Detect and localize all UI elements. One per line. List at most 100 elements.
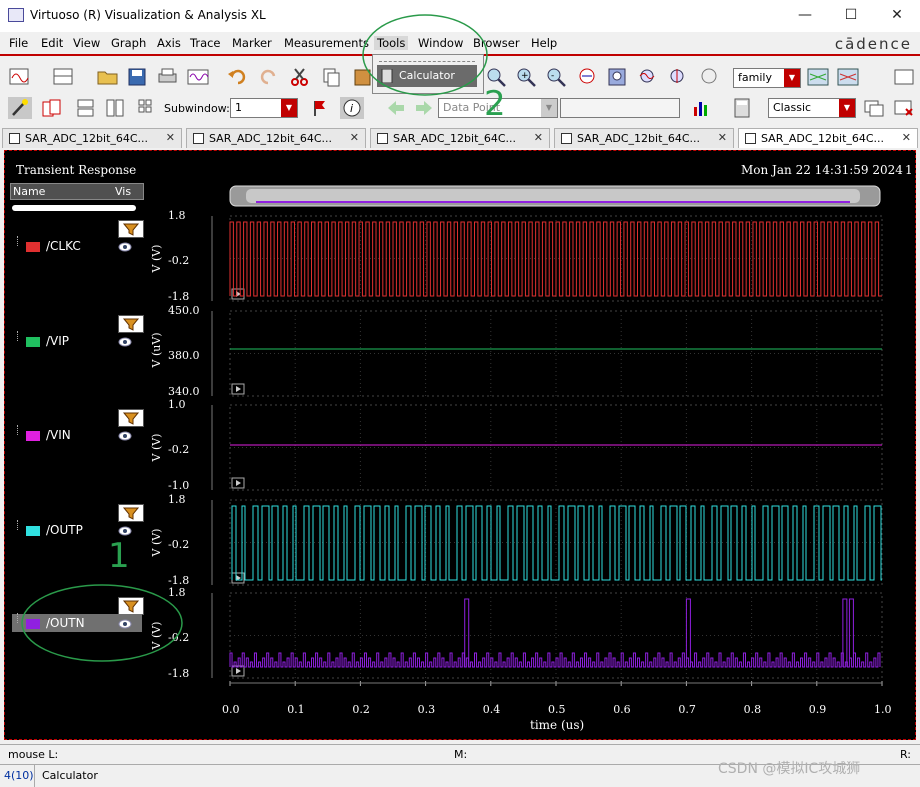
tab-2[interactable]: SAR_ADC_12bit_64C... ✕ <box>370 128 550 148</box>
maximize-icon[interactable]: ☐ <box>838 5 864 25</box>
save-icon[interactable] <box>126 66 150 88</box>
print-icon[interactable] <box>156 66 180 88</box>
fit-icon[interactable] <box>576 66 600 88</box>
minimize-icon[interactable]: — <box>792 5 818 25</box>
window-layout-icon[interactable] <box>52 66 76 88</box>
close-icon[interactable]: ✕ <box>884 5 910 25</box>
copy-window-icon[interactable] <box>862 97 886 119</box>
trace-color-swatch <box>26 337 40 347</box>
x-tick-label: 0.6 <box>613 703 631 716</box>
trace-name: /VIN <box>46 428 71 442</box>
chevron-down-icon[interactable]: ▼ <box>839 99 855 117</box>
menu-file[interactable]: File <box>9 36 28 50</box>
visibility-eye-icon[interactable] <box>118 242 132 252</box>
magic-wand-icon[interactable] <box>8 97 32 119</box>
y-axis-label: V (V) <box>150 434 163 463</box>
menu-edit[interactable]: Edit <box>41 36 63 50</box>
close-tab-icon[interactable]: ✕ <box>718 131 727 144</box>
tree-connector <box>17 425 18 435</box>
tab-1[interactable]: SAR_ADC_12bit_64C... ✕ <box>186 128 366 148</box>
menu-measurements[interactable]: Measurements <box>284 36 369 50</box>
cards-icon[interactable] <box>40 97 64 119</box>
menu-graph[interactable]: Graph <box>111 36 146 50</box>
visibility-eye-icon[interactable] <box>118 431 132 441</box>
flag-icon[interactable] <box>308 97 332 119</box>
zoom-in-icon[interactable]: + <box>514 66 538 88</box>
menu-help[interactable]: Help <box>531 36 557 50</box>
y-tick-label: 1.0 <box>168 398 186 411</box>
undo-icon[interactable] <box>226 66 250 88</box>
svg-text:+: + <box>521 71 529 81</box>
menu-marker[interactable]: Marker <box>232 36 272 50</box>
print-preview-icon[interactable] <box>892 66 916 88</box>
app-icon <box>8 8 24 22</box>
info-icon[interactable]: i <box>340 97 364 119</box>
x-axis-label: time (us) <box>530 718 584 732</box>
delete-window-icon[interactable] <box>892 97 916 119</box>
toolbar-secondary: Subwindow: 1 ▼ i Data Point ▼ Classic ▼ <box>0 94 920 124</box>
style-combo[interactable]: Classic ▼ <box>768 98 856 118</box>
back-arrow-icon[interactable] <box>384 97 408 119</box>
plot-timestamp: Mon Jan 22 14:31:59 2024 <box>741 163 903 177</box>
mouse-left-status: mouse L: <box>8 748 59 761</box>
close-tab-icon[interactable]: ✕ <box>166 131 175 144</box>
tab-3[interactable]: SAR_ADC_12bit_64C... ✕ <box>554 128 734 148</box>
visibility-eye-icon[interactable] <box>118 526 132 536</box>
menu-trace[interactable]: Trace <box>190 36 221 50</box>
x-tick-label: 0.8 <box>744 703 762 716</box>
strip-chart-icon[interactable] <box>806 66 830 88</box>
close-tab-icon[interactable]: ✕ <box>902 131 911 144</box>
x-tick-label: 0.2 <box>352 703 370 716</box>
x-tick-label: 0.7 <box>678 703 696 716</box>
close-tab-icon[interactable]: ✕ <box>350 131 359 144</box>
calculator-icon[interactable] <box>730 97 754 119</box>
y-tick-label: 380.0 <box>168 349 200 362</box>
chevron-down-icon[interactable]: ▼ <box>784 69 800 87</box>
composite-chart-icon[interactable] <box>836 66 860 88</box>
layout-rows-icon[interactable] <box>74 97 98 119</box>
command-text: Calculator <box>42 769 98 782</box>
chevron-down-icon[interactable]: ▼ <box>281 99 297 117</box>
trace-color-swatch <box>26 242 40 252</box>
layout-cols-icon[interactable] <box>104 97 128 119</box>
tab-0[interactable]: SAR_ADC_12bit_64C... ✕ <box>2 128 182 148</box>
tab-4[interactable]: SAR_ADC_12bit_64C... ✕ <box>738 128 918 148</box>
zoom-fit-icon[interactable] <box>606 66 630 88</box>
waveform-print-icon[interactable] <box>186 66 210 88</box>
y-tick-label: -1.8 <box>168 290 189 303</box>
subwindow-combo[interactable]: 1 ▼ <box>230 98 298 118</box>
filter-icon[interactable] <box>118 220 144 238</box>
annotation-number-two: 2 <box>484 84 506 124</box>
pan-icon[interactable] <box>698 66 722 88</box>
filter-icon[interactable] <box>118 315 144 333</box>
zoom-x-icon[interactable] <box>636 66 660 88</box>
font-family-combo[interactable]: family ▼ <box>733 68 801 88</box>
time-scrollbar-thumb[interactable] <box>246 189 860 203</box>
redo-icon[interactable] <box>256 66 280 88</box>
close-tab-icon[interactable]: ✕ <box>534 131 543 144</box>
watermark: CSDN @模拟IC攻城狮 <box>718 761 861 777</box>
subwindow-value: 1 <box>235 101 242 114</box>
cut-icon[interactable] <box>288 66 312 88</box>
forward-arrow-icon[interactable] <box>412 97 436 119</box>
layout-grid-icon[interactable] <box>136 97 160 119</box>
bar-chart-icon[interactable] <box>690 97 714 119</box>
zoom-y-icon[interactable] <box>666 66 690 88</box>
style-value: Classic <box>773 101 812 114</box>
open-folder-icon[interactable] <box>96 66 120 88</box>
chevron-down-icon[interactable]: ▼ <box>541 99 557 117</box>
data-point-value-input[interactable] <box>560 98 680 118</box>
tab-label: SAR_ADC_12bit_64C... <box>209 132 333 145</box>
menu-view[interactable]: View <box>73 36 100 50</box>
visibility-eye-icon[interactable] <box>118 337 132 347</box>
filter-icon[interactable] <box>118 409 144 427</box>
y-axis-label: V (V) <box>150 245 163 274</box>
menu-axis[interactable]: Axis <box>157 36 181 50</box>
new-window-icon[interactable] <box>8 66 32 88</box>
filter-icon[interactable] <box>118 504 144 522</box>
mouse-middle-status: M: <box>454 748 468 761</box>
y-tick-label: 340.0 <box>168 385 200 398</box>
zoom-out-icon[interactable]: - <box>544 66 568 88</box>
trace-list-scroll[interactable] <box>12 205 136 211</box>
copy-icon[interactable] <box>320 66 344 88</box>
